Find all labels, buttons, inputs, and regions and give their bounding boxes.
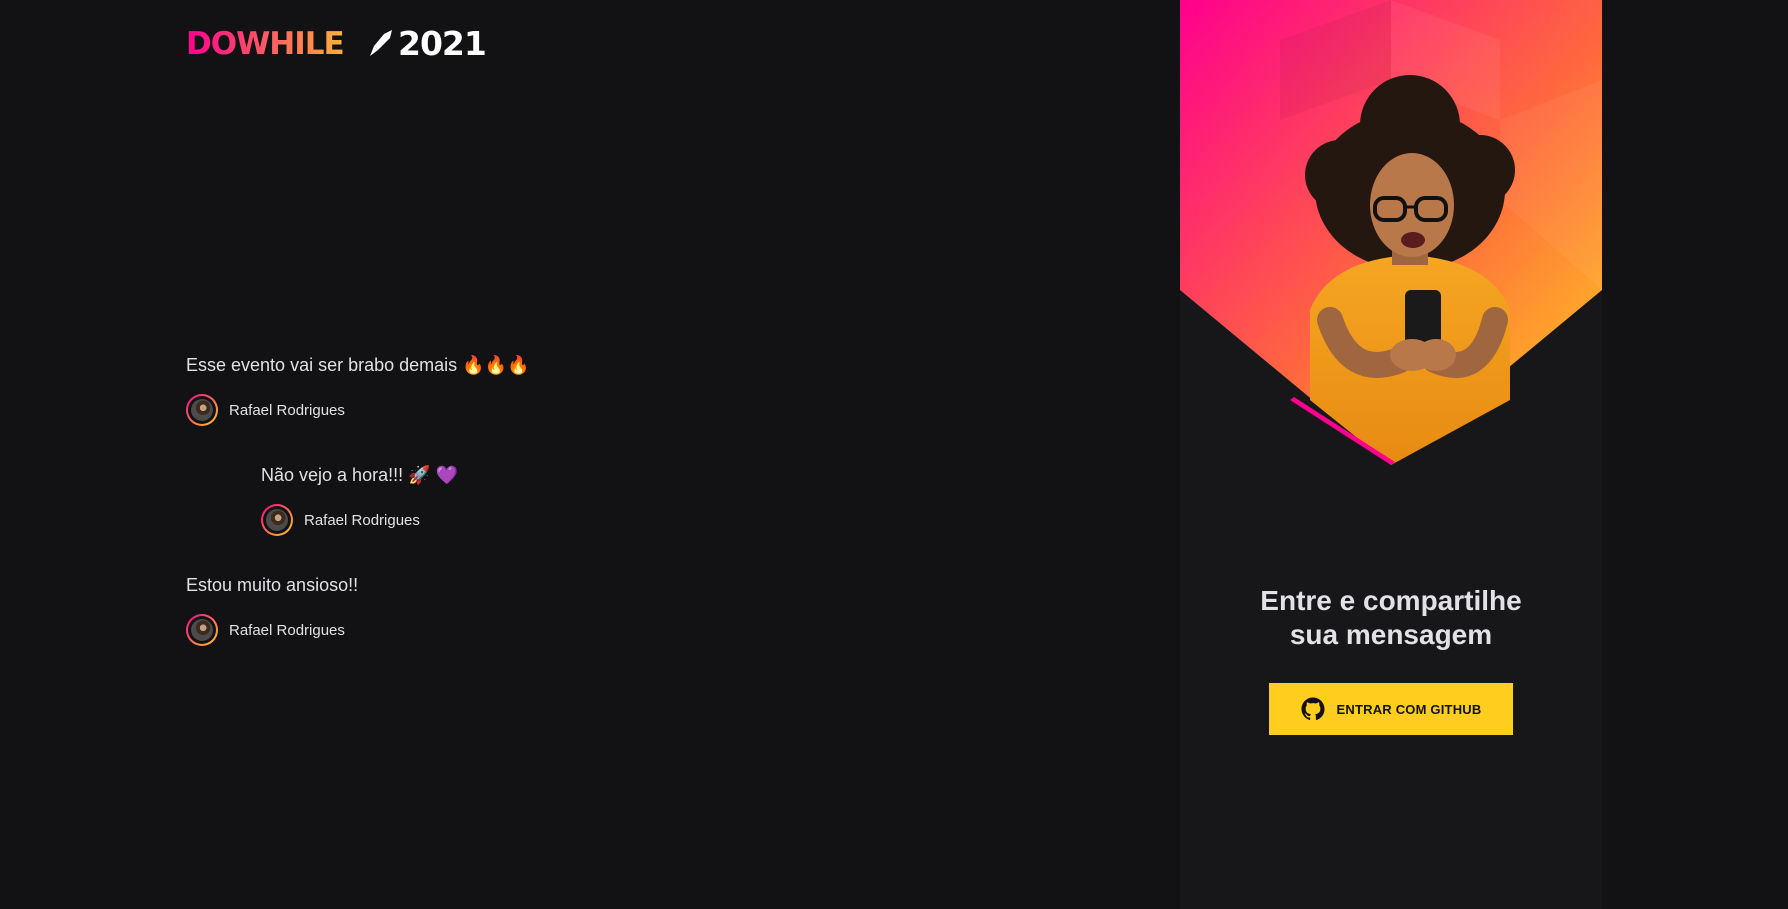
github-button-label: ENTRAR COM GITHUB	[1336, 701, 1482, 717]
message-user: Rafael Rodrigues	[261, 504, 458, 536]
github-login-button[interactable]: ENTRAR COM GITHUB	[1269, 683, 1513, 735]
logo-do-while-text: DOWHILE	[186, 26, 344, 58]
message-text: Estou muito ansioso!!	[186, 575, 359, 595]
rocket-icon	[370, 30, 392, 56]
login-title-line1: Entre e compartilhe	[1260, 585, 1522, 616]
user-avatar	[186, 614, 218, 646]
login-title: Entre e compartilhe sua mensagem	[1180, 584, 1602, 652]
user-name: Rafael Rodrigues	[229, 401, 345, 419]
dowhile-logo-graphic: DOWHILE 2021	[186, 26, 487, 58]
user-name: Rafael Rodrigues	[304, 511, 420, 529]
message-item: Não vejo a hora!!! 🚀 💜 Rafael Rodrigues	[261, 462, 458, 536]
hero-banner	[1180, 0, 1602, 465]
dowhile-logo: DOWHILE 2021	[186, 26, 496, 58]
user-avatar	[186, 394, 218, 426]
message-user: Rafael Rodrigues	[186, 614, 358, 646]
message-user: Rafael Rodrigues	[186, 394, 529, 426]
login-title-line2: sua mensagem	[1289, 619, 1493, 650]
user-avatar	[261, 504, 293, 536]
message-item: Esse evento vai ser brabo demais 🔥🔥🔥 Raf…	[186, 352, 529, 426]
message-item: Estou muito ansioso!! Rafael Rodrigues	[186, 572, 358, 646]
login-panel: Entre e compartilhe sua mensagem ENTRAR …	[1180, 0, 1602, 909]
message-text: Esse evento vai ser brabo demais 🔥🔥🔥	[186, 355, 530, 375]
message-text: Não vejo a hora!!! 🚀 💜	[261, 465, 458, 485]
user-name: Rafael Rodrigues	[229, 621, 345, 639]
github-icon	[1301, 697, 1325, 721]
app-page: DOWHILE 2021 Esse evento vai ser brabo d…	[0, 0, 1788, 909]
logo-year-text: 2021	[398, 26, 486, 58]
